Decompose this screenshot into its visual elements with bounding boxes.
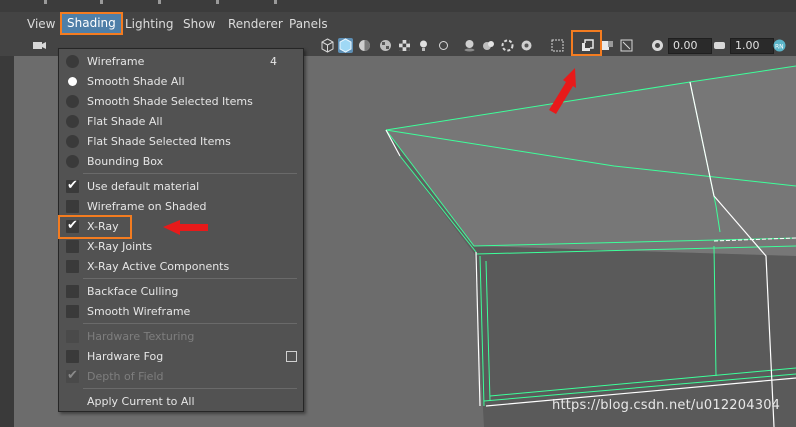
checkbox-icon [66,330,79,343]
radio-icon [66,135,79,148]
color-management-icon[interactable]: RN [772,38,787,53]
gamma-icon[interactable] [712,38,727,53]
light-bulb-icon[interactable] [416,38,431,53]
checkmark-icon: ✔ [67,368,78,383]
menu-separator [83,388,297,389]
menu-item-label: Wireframe [87,55,145,68]
watermark-text: https://blog.csdn.net/u012204304 [552,398,781,413]
gamma-field[interactable]: 1.00 [730,38,774,54]
menu-view[interactable]: View [27,17,55,31]
menu-item-flat-shade-all[interactable]: Flat Shade All [59,112,303,132]
menu-item-label: Flat Shade All [87,115,163,128]
smooth-shade-cube-icon[interactable] [338,38,353,53]
menu-item-label: Apply Current to All [87,395,195,408]
menu-item-label: X-Ray Joints [87,240,153,253]
svg-text:RN: RN [775,44,784,51]
xray-button-highlight-box [571,30,602,56]
strip-tick [216,0,219,4]
checker-icon[interactable] [397,38,412,53]
menu-item-label: Wireframe on Shaded [87,200,207,213]
shadow-icon[interactable] [462,38,477,53]
checkbox-icon: ✔ [66,368,79,383]
menu-shading[interactable]: Shading [60,12,123,35]
menu-item-smooth-shade-all[interactable]: Smooth Shade All [59,72,303,92]
menu-item-apply-current-to-all[interactable]: Apply Current to All [59,392,303,412]
camera-icon[interactable] [32,38,47,53]
checkbox-icon [66,260,79,273]
exposure-field[interactable]: 0.00 [668,38,712,54]
menu-separator [83,278,297,279]
radio-icon [66,55,79,68]
xray-active-icon[interactable] [600,38,615,53]
strip-tick [44,0,47,4]
resolution-gate-icon[interactable] [619,38,634,53]
strip-tick [158,0,161,4]
menu-item-label: Hardware Texturing [87,330,195,343]
radio-icon [66,95,79,108]
menu-item-hardware-fog[interactable]: Hardware Fog [59,347,303,367]
menu-item-label: Smooth Shade Selected Items [87,95,253,108]
menu-panels[interactable]: Panels [289,17,328,31]
menu-item-x-ray-joints[interactable]: X-Ray Joints [59,237,303,257]
menu-item-flat-shade-selected[interactable]: Flat Shade Selected Items [59,132,303,152]
grid-icon[interactable] [550,38,565,53]
menu-renderer[interactable]: Renderer [228,17,283,31]
menu-item-use-default-material[interactable]: ✔ Use default material [59,177,303,197]
menu-item-smooth-shade-selected[interactable]: Smooth Shade Selected Items [59,92,303,112]
menu-item-smooth-wireframe[interactable]: Smooth Wireframe [59,302,303,322]
panel-menubar: View Shading Lighting Show Renderer Pane… [0,12,796,38]
checkbox-icon [66,285,79,298]
checkbox-icon [66,200,79,213]
menu-item-label: Smooth Shade All [87,75,185,88]
strip-tick [274,0,277,4]
menu-item-label: X-Ray Active Components [87,260,230,273]
option-box-icon[interactable] [286,351,297,362]
checkbox-icon: ✔ [66,178,79,193]
menu-separator [83,323,297,324]
menu-item-depth-of-field: ✔ Depth of Field [59,367,303,387]
menu-lighting[interactable]: Lighting [125,17,174,31]
checkbox-icon [66,350,79,363]
flat-shade-icon[interactable] [357,38,372,53]
wireframe-cube-icon[interactable] [320,38,335,53]
left-side-strip [0,56,14,427]
texture-icon[interactable] [378,38,393,53]
checkmark-icon: ✔ [67,178,78,193]
menu-item-bounding-box[interactable]: Bounding Box [59,152,303,172]
radio-icon [66,115,79,128]
menu-item-x-ray-active-components[interactable]: X-Ray Active Components [59,257,303,277]
menu-item-label: Depth of Field [87,370,164,383]
exposure-icon[interactable] [650,38,665,53]
menu-show[interactable]: Show [183,17,215,31]
window-top-strip [0,0,796,12]
menu-item-label: Flat Shade Selected Items [87,135,231,148]
menu-item-label: Smooth Wireframe [87,305,191,318]
menu-item-label: Use default material [87,180,200,193]
strip-tick [100,0,103,4]
menu-separator [83,173,297,174]
menu-item-label: Bounding Box [87,155,164,168]
menu-item-wireframe-on-shaded[interactable]: Wireframe on Shaded [59,197,303,217]
anti-alias-icon[interactable] [519,38,534,53]
checkbox-icon [66,305,79,318]
menu-item-hardware-texturing: Hardware Texturing [59,327,303,347]
x-ray-highlight-box [58,215,132,239]
motion-blur-icon[interactable] [500,38,515,53]
isolate-icon[interactable] [436,38,451,53]
menu-item-wireframe[interactable]: Wireframe 4 [59,52,303,72]
checkbox-icon [66,240,79,253]
menu-item-label: Backface Culling [87,285,179,298]
radio-selected-icon [68,77,77,86]
radio-icon [66,155,79,168]
hotkey-label: 4 [270,55,277,68]
menu-item-label: Hardware Fog [87,350,164,363]
ambient-occlusion-icon[interactable] [481,38,496,53]
menu-item-backface-culling[interactable]: Backface Culling [59,282,303,302]
